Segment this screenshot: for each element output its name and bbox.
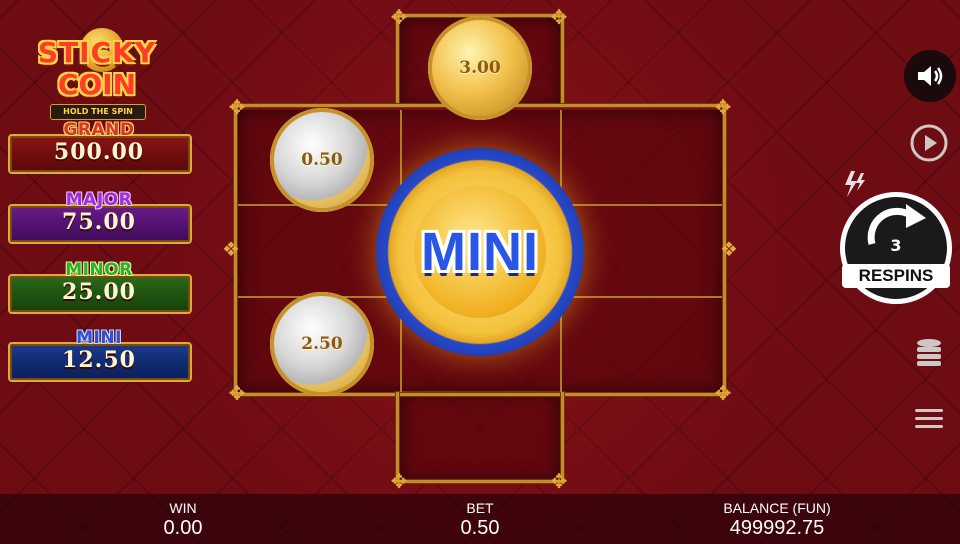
side-ornament-icon: ❖ (720, 237, 738, 261)
corner-ornament-icon: ✥ (550, 5, 568, 29)
corner-ornament-icon: ✥ (390, 469, 408, 493)
respins-button[interactable]: 3 RESPINS (840, 192, 956, 304)
autoplay-button[interactable] (908, 122, 950, 164)
side-ornament-icon: ❖ (222, 237, 240, 261)
balance-label: BALANCE (FUN) (723, 500, 831, 516)
sound-button[interactable] (904, 50, 956, 102)
coin-stack-icon (917, 339, 941, 366)
corner-ornament-icon: ✥ (714, 381, 732, 405)
win-display: WIN 0.00 (120, 500, 246, 540)
coin-symbol: 0.50 (270, 108, 374, 212)
bet-value: 0.50 (460, 517, 500, 539)
play-circle-icon (910, 124, 948, 162)
corner-ornament-icon: ✥ (550, 469, 568, 493)
jackpot-name: MINOR (65, 260, 133, 280)
game-logo: STICKY COIN HOLD THE SPIN (22, 22, 172, 120)
mini-jackpot-coin: MINI (376, 148, 584, 356)
jackpot-name: MINI (76, 328, 122, 348)
coin-symbol: 2.50 (270, 292, 374, 396)
mini-coin-label: MINI (421, 222, 539, 282)
win-value: 0.00 (163, 517, 203, 539)
grid-frame-bottom (396, 392, 564, 483)
coin-symbol: 3.00 (428, 16, 532, 120)
logo-title-line1: STICKY (37, 36, 157, 69)
jackpot-value: 12.50 (62, 347, 136, 373)
coin-value: 2.50 (301, 334, 343, 354)
jackpot-grand: GRAND 500.00 (8, 120, 192, 176)
bet-display[interactable]: BET 0.50 (420, 500, 540, 540)
logo-tagline: HOLD THE SPIN (50, 104, 146, 120)
bet-settings-button[interactable] (912, 336, 946, 372)
corner-ornament-icon: ✥ (228, 95, 246, 119)
jackpot-mini: MINI 12.50 (8, 328, 192, 384)
corner-ornament-icon: ✥ (714, 95, 732, 119)
logo-title-line2: COIN (57, 68, 137, 101)
coin-value: 0.50 (301, 150, 343, 170)
jackpot-value: 75.00 (62, 209, 136, 235)
respins-label: RESPINS (842, 264, 950, 288)
jackpot-value: 500.00 (53, 139, 145, 165)
balance-display: BALANCE (FUN) 499992.75 (700, 500, 854, 540)
balance-value: 499992.75 (729, 517, 825, 539)
jackpot-name: GRAND (63, 120, 135, 140)
win-label: WIN (169, 500, 197, 516)
bet-label: BET (466, 500, 494, 516)
corner-ornament-icon: ✥ (228, 381, 246, 405)
speaker-icon (918, 66, 943, 86)
jackpot-name: MAJOR (65, 190, 133, 210)
hamburger-menu-icon (915, 409, 943, 428)
respins-count: 3 (890, 236, 902, 255)
coin-value: 3.00 (459, 58, 501, 78)
menu-button[interactable] (912, 404, 946, 434)
jackpot-major: MAJOR 75.00 (8, 190, 192, 246)
jackpot-value: 25.00 (62, 279, 136, 305)
jackpot-minor: MINOR 25.00 (8, 260, 192, 316)
corner-ornament-icon: ✥ (390, 5, 408, 29)
